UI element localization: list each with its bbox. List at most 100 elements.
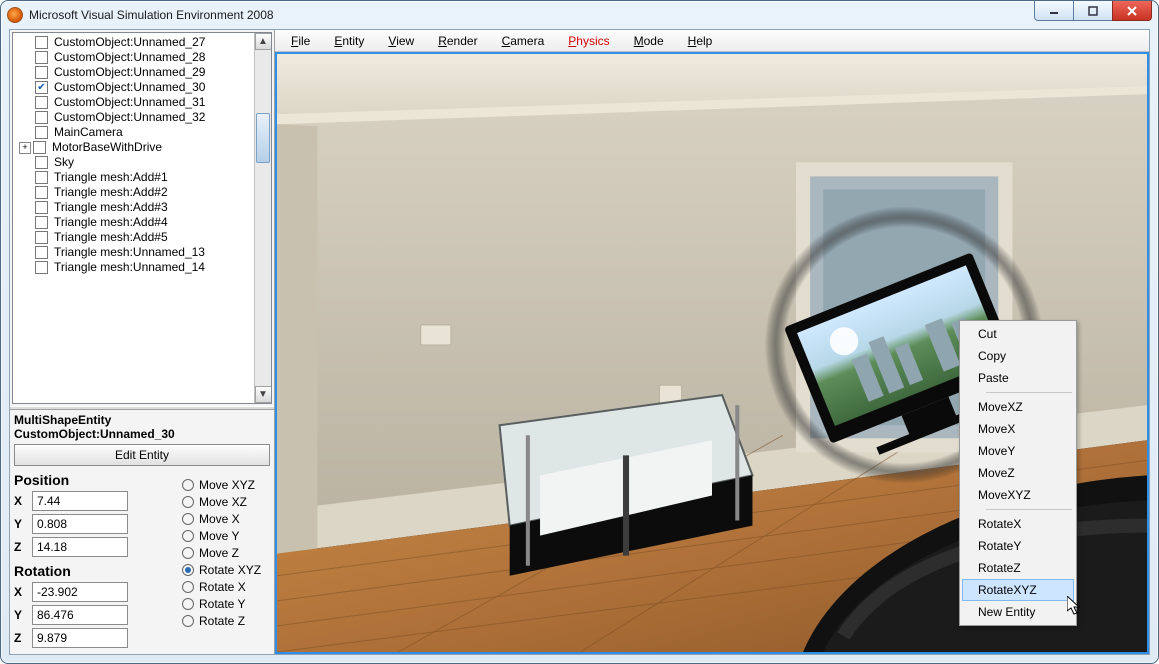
rot-x-input[interactable] [32, 582, 128, 602]
rot-y-input[interactable] [32, 605, 128, 625]
pos-x-input[interactable] [32, 491, 128, 511]
tree-item[interactable]: Triangle mesh:Add#1 [19, 170, 271, 185]
tree-item-label: CustomObject:Unnamed_31 [54, 95, 205, 110]
context-menu-item[interactable]: New Entity [962, 601, 1074, 623]
menu-view[interactable]: View [376, 32, 426, 50]
tree-item[interactable]: +MotorBaseWithDrive [19, 140, 271, 155]
tree-item[interactable]: Triangle mesh:Add#4 [19, 215, 271, 230]
context-menu-item[interactable]: MoveX [962, 418, 1074, 440]
tree-checkbox[interactable] [35, 81, 48, 94]
context-menu[interactable]: CutCopyPaste MoveXZMoveXMoveYMoveZMoveXYZ… [959, 320, 1077, 626]
radio-icon[interactable] [182, 530, 194, 542]
tree-item-label: CustomObject:Unnamed_32 [54, 110, 205, 125]
menu-render[interactable]: Render [426, 32, 489, 50]
tree-checkbox[interactable] [35, 231, 48, 244]
tree-checkbox[interactable] [35, 186, 48, 199]
menu-physics[interactable]: Physics [556, 32, 621, 50]
tree-item[interactable]: Triangle mesh:Add#5 [19, 230, 271, 245]
tree-item[interactable]: Triangle mesh:Unnamed_13 [19, 245, 271, 260]
tree-item-label: Triangle mesh:Add#3 [54, 200, 168, 215]
tree-checkbox[interactable] [35, 66, 48, 79]
rot-z-label: Z [14, 631, 32, 645]
tree-item-label: Triangle mesh:Add#5 [54, 230, 168, 245]
tree-checkbox[interactable] [35, 216, 48, 229]
radio-icon[interactable] [182, 564, 194, 576]
tree-checkbox[interactable] [35, 261, 48, 274]
tree-checkbox[interactable] [35, 246, 48, 259]
context-menu-item[interactable]: Paste [962, 367, 1074, 389]
menu-help[interactable]: Help [676, 32, 725, 50]
radio-label: Rotate Y [199, 597, 245, 611]
context-menu-item[interactable]: Cut [962, 323, 1074, 345]
tree-item-label: CustomObject:Unnamed_28 [54, 50, 205, 65]
tree-checkbox[interactable] [35, 201, 48, 214]
tree-checkbox[interactable] [35, 111, 48, 124]
context-menu-item[interactable]: RotateXYZ [962, 579, 1074, 601]
context-menu-separator [986, 509, 1072, 510]
titlebar[interactable]: Microsoft Visual Simulation Environment … [1, 1, 1158, 29]
tree-item[interactable]: CustomObject:Unnamed_30 [19, 80, 271, 95]
tree-checkbox[interactable] [35, 126, 48, 139]
tree-checkbox[interactable] [35, 156, 48, 169]
radio-icon[interactable] [182, 479, 194, 491]
expand-icon[interactable]: + [19, 142, 31, 154]
tree-item[interactable]: Sky [19, 155, 271, 170]
tree-item-label: CustomObject:Unnamed_27 [54, 35, 205, 50]
radio-icon[interactable] [182, 598, 194, 610]
tree-item[interactable]: Triangle mesh:Add#2 [19, 185, 271, 200]
tree-checkbox[interactable] [35, 96, 48, 109]
menu-file[interactable]: File [279, 32, 322, 50]
context-menu-item[interactable]: MoveZ [962, 462, 1074, 484]
context-menu-item[interactable]: RotateZ [962, 557, 1074, 579]
tree-checkbox[interactable] [33, 141, 46, 154]
pos-y-label: Y [14, 517, 32, 531]
scroll-up-button[interactable]: ▲ [255, 33, 272, 50]
tree-item-label: Sky [54, 155, 74, 170]
radio-icon[interactable] [182, 581, 194, 593]
rot-z-input[interactable] [32, 628, 128, 648]
radio-icon[interactable] [182, 547, 194, 559]
scroll-down-button[interactable]: ▼ [255, 386, 272, 403]
tree-item-label: Triangle mesh:Add#2 [54, 185, 168, 200]
tree-item[interactable]: MainCamera [19, 125, 271, 140]
scroll-thumb[interactable] [256, 113, 270, 163]
app-window: Microsoft Visual Simulation Environment … [0, 0, 1159, 664]
context-menu-item[interactable]: MoveXYZ [962, 484, 1074, 506]
cursor-icon [1067, 596, 1085, 616]
tree-item-label: Triangle mesh:Unnamed_14 [54, 260, 205, 275]
context-menu-item[interactable]: MoveY [962, 440, 1074, 462]
radio-label: Move XZ [199, 495, 247, 509]
pos-y-input[interactable] [32, 514, 128, 534]
context-menu-item[interactable]: RotateX [962, 513, 1074, 535]
radio-icon[interactable] [182, 496, 194, 508]
tree-item[interactable]: CustomObject:Unnamed_32 [19, 110, 271, 125]
tree-checkbox[interactable] [35, 36, 48, 49]
menu-mode[interactable]: Mode [622, 32, 676, 50]
tree-item[interactable]: Triangle mesh:Add#3 [19, 200, 271, 215]
tree-checkbox[interactable] [35, 171, 48, 184]
context-menu-item[interactable]: Copy [962, 345, 1074, 367]
radio-label: Rotate X [199, 580, 246, 594]
radio-icon[interactable] [182, 513, 194, 525]
radio-label: Move Z [199, 546, 239, 560]
tree-item[interactable]: CustomObject:Unnamed_28 [19, 50, 271, 65]
close-button[interactable] [1112, 1, 1152, 21]
tree-item[interactable]: CustomObject:Unnamed_29 [19, 65, 271, 80]
edit-entity-button[interactable]: Edit Entity [14, 444, 270, 466]
maximize-button[interactable] [1073, 1, 1113, 21]
pos-z-input[interactable] [32, 537, 128, 557]
tree-scrollbar[interactable]: ▲ ▼ [254, 33, 271, 403]
scene-tree[interactable]: CustomObject:Unnamed_27CustomObject:Unna… [12, 32, 272, 404]
tree-item[interactable]: CustomObject:Unnamed_31 [19, 95, 271, 110]
radio-label: Move X [199, 512, 240, 526]
context-menu-item[interactable]: RotateY [962, 535, 1074, 557]
menubar[interactable]: FileEntityViewRenderCameraPhysicsModeHel… [275, 30, 1149, 52]
minimize-button[interactable] [1034, 1, 1074, 21]
menu-entity[interactable]: Entity [322, 32, 376, 50]
tree-checkbox[interactable] [35, 51, 48, 64]
tree-item[interactable]: CustomObject:Unnamed_27 [19, 35, 271, 50]
tree-item[interactable]: Triangle mesh:Unnamed_14 [19, 260, 271, 275]
context-menu-item[interactable]: MoveXZ [962, 396, 1074, 418]
radio-icon[interactable] [182, 615, 194, 627]
menu-camera[interactable]: Camera [490, 32, 557, 50]
